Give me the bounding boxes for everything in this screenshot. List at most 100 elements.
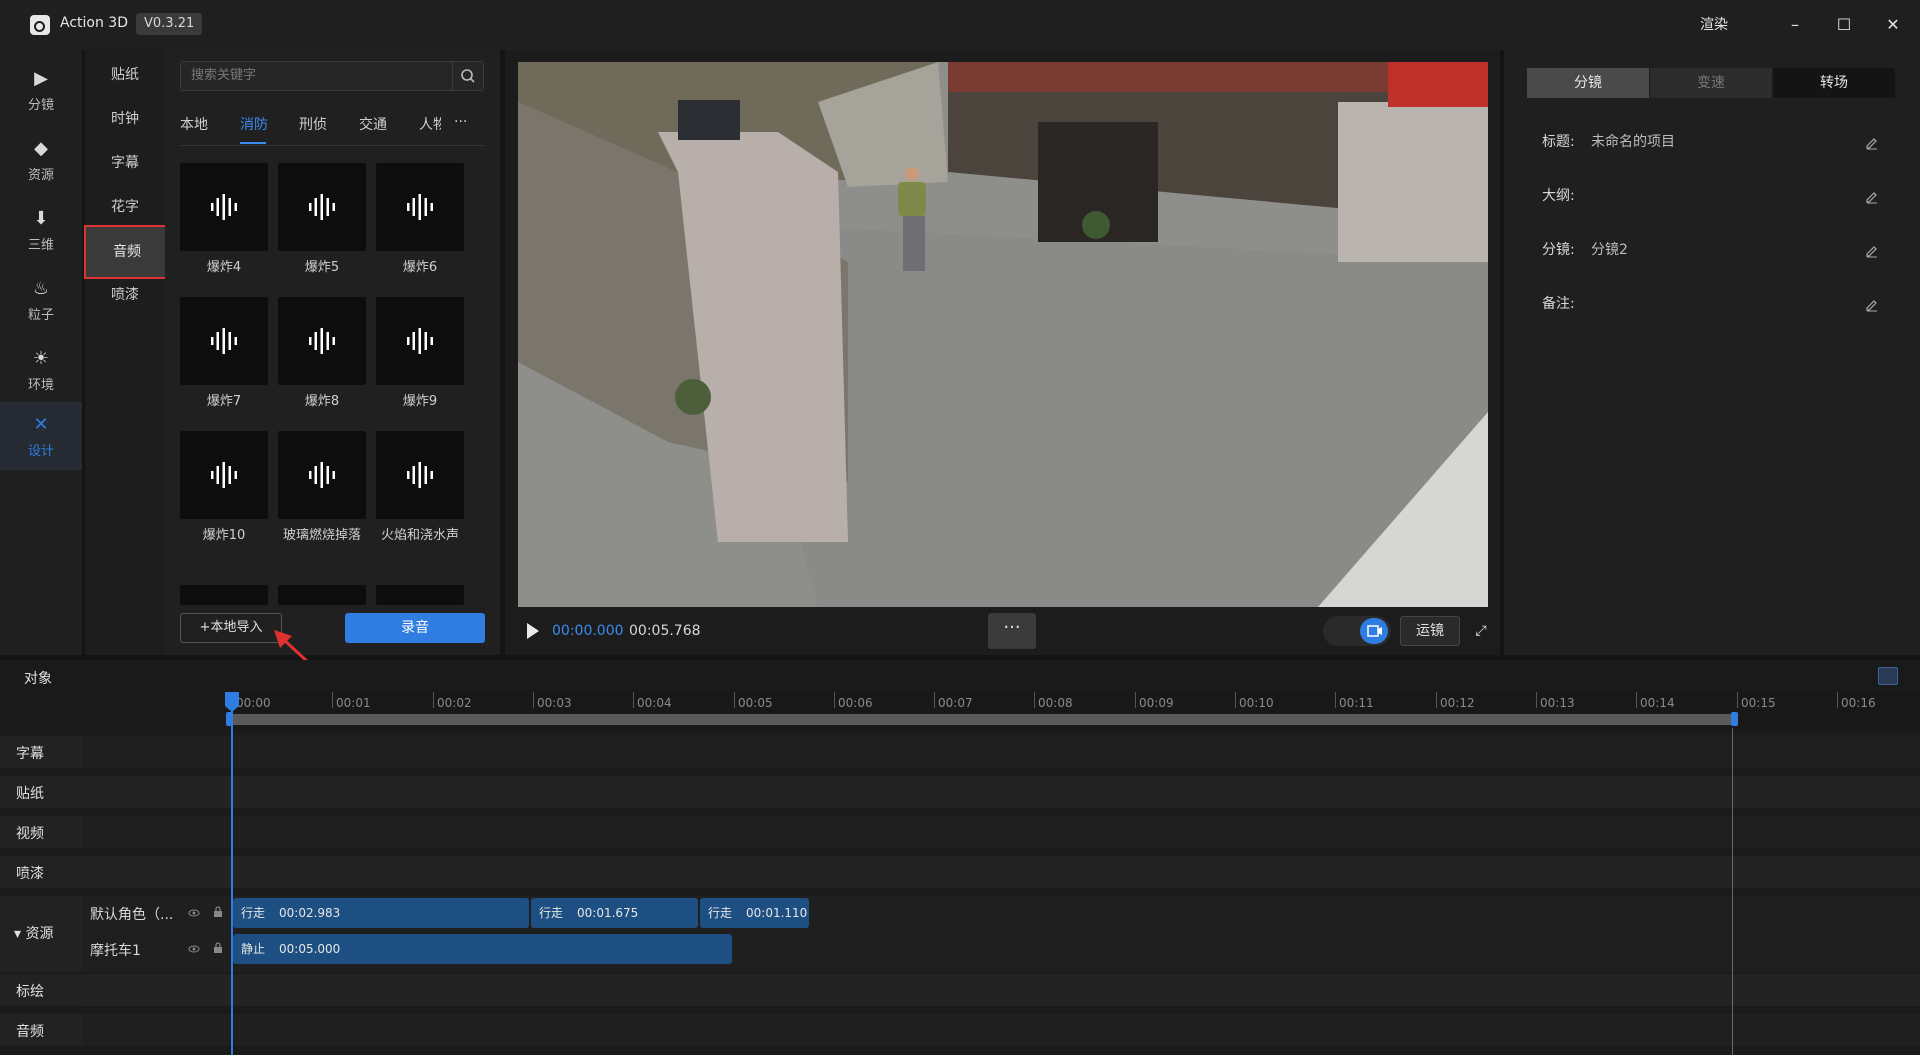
audio-wave-icon: [407, 328, 433, 354]
audio-asset-tile[interactable]: [278, 585, 366, 605]
subcat-clock[interactable]: 时钟: [85, 99, 165, 139]
audio-wave-icon: [211, 194, 237, 220]
track-subtitles[interactable]: [82, 736, 1920, 768]
ruler-tick: [1335, 692, 1336, 708]
ruler-tick: [332, 692, 333, 708]
scene-viewport[interactable]: [518, 62, 1488, 607]
visibility-eye-icon[interactable]: [188, 943, 200, 955]
track-video[interactable]: [82, 816, 1920, 848]
audio-asset-tile[interactable]: [278, 431, 366, 519]
close-button[interactable]: ✕: [1878, 10, 1908, 40]
subcat-audio[interactable]: 音频: [84, 225, 170, 279]
tab-local[interactable]: 本地: [180, 114, 208, 134]
subcat-subtitles[interactable]: 字幕: [85, 143, 165, 183]
audio-asset-tile[interactable]: [376, 431, 464, 519]
audio-asset-tile[interactable]: [376, 297, 464, 385]
ruler-tick-label: 00:14: [1640, 696, 1675, 710]
search-button[interactable]: [452, 61, 484, 91]
tabs-more-button[interactable]: ···: [454, 114, 467, 130]
active-tab-indicator: [240, 142, 266, 144]
audio-wave-icon: [407, 194, 433, 220]
minimize-button[interactable]: –: [1780, 10, 1810, 40]
timeline-clip[interactable]: 行走 00:01.675: [531, 898, 698, 928]
edit-title-icon[interactable]: [1864, 134, 1880, 150]
resource-name: 摩托车1: [90, 943, 141, 959]
ruler-tick: [1636, 692, 1637, 708]
ruler-tick-label: 00:10: [1239, 696, 1274, 710]
audio-asset-tile[interactable]: [278, 297, 366, 385]
nav-item-design[interactable]: ✕ 设计: [0, 402, 82, 470]
more-options-button[interactable]: ···: [988, 613, 1036, 649]
nav-item-label: 设计: [27, 444, 54, 459]
tab-storyboard[interactable]: 分镜: [1527, 68, 1649, 98]
ruler-tick: [1737, 692, 1738, 708]
track-audio[interactable]: [82, 1014, 1920, 1046]
nav-item-storyboard[interactable]: ▶ 分镜: [0, 56, 82, 124]
nav-item-particles[interactable]: ♨ 粒子: [0, 266, 82, 334]
ruler-tick-label: 00:01: [336, 696, 371, 710]
version-badge: V0.3.21: [136, 13, 203, 35]
audio-wave-icon: [211, 328, 237, 354]
ruler-tick-label: 00:11: [1339, 696, 1374, 710]
local-import-button[interactable]: +本地导入: [180, 613, 282, 643]
timeline-clip[interactable]: 行走 00:01.110: [700, 898, 809, 928]
download-box-icon: ⬇: [33, 208, 49, 229]
lock-icon[interactable]: [212, 906, 224, 918]
ruler-tick-label: 00:16: [1841, 696, 1876, 710]
audio-wave-icon: [211, 462, 237, 488]
nav-item-label: 分镜: [27, 98, 54, 113]
tab-traffic[interactable]: 交通: [359, 114, 387, 134]
tab-speed[interactable]: 变速: [1650, 68, 1772, 98]
timeline-end-marker: [1732, 728, 1733, 1055]
lock-icon[interactable]: [212, 942, 224, 954]
edit-outline-icon[interactable]: [1864, 188, 1880, 204]
clip-duration: 00:02.983: [279, 906, 341, 920]
nav-item-resources[interactable]: ◆ 资源: [0, 126, 82, 194]
tab-transition[interactable]: 转场: [1773, 68, 1895, 98]
audio-asset-tile[interactable]: [376, 585, 464, 605]
track-stickers[interactable]: [82, 776, 1920, 808]
nav-item-3d[interactable]: ⬇ 三维: [0, 196, 82, 264]
fullscreen-icon[interactable]: ⤢: [1470, 620, 1492, 642]
ruler-tick-label: 00:06: [838, 696, 873, 710]
app-logo-icon: [30, 15, 50, 35]
audio-asset-tile[interactable]: [376, 163, 464, 251]
timeline-layout-icon[interactable]: [1878, 667, 1898, 685]
audio-asset-tile[interactable]: [180, 163, 268, 251]
tab-criminal[interactable]: 刑侦: [299, 114, 327, 134]
audio-asset-tile[interactable]: [180, 431, 268, 519]
camera-move-button[interactable]: 运镜: [1400, 616, 1460, 646]
tab-people[interactable]: 人物: [419, 114, 441, 134]
tab-fire[interactable]: 消防: [240, 114, 268, 134]
subcat-spray[interactable]: 喷漆: [85, 275, 165, 315]
audio-asset-tile[interactable]: [180, 585, 268, 605]
shot-label: 分镜:: [1542, 242, 1575, 258]
track-label-spray: 喷漆: [16, 866, 44, 882]
subcat-fancy-text[interactable]: 花字: [85, 187, 165, 227]
audio-asset-tile[interactable]: [278, 163, 366, 251]
render-button[interactable]: 渲染: [1700, 14, 1728, 34]
audio-asset-tile[interactable]: [180, 297, 268, 385]
nav-item-environment[interactable]: ☀ 环境: [0, 336, 82, 404]
search-input[interactable]: 搜索关键字: [180, 61, 452, 91]
ruler-tick-label: 00:13: [1540, 696, 1575, 710]
title-bar: [0, 0, 1920, 50]
subcat-stickers[interactable]: 贴纸: [85, 55, 165, 95]
work-range-bar[interactable]: [228, 714, 1736, 725]
track-spray[interactable]: [82, 856, 1920, 888]
edit-notes-icon[interactable]: [1864, 296, 1880, 312]
play-button[interactable]: [525, 621, 541, 641]
track-plot[interactable]: [82, 974, 1920, 1006]
track-label-resources[interactable]: ▾ 资源: [14, 923, 53, 943]
maximize-button[interactable]: ☐: [1829, 10, 1859, 40]
timeline-clip[interactable]: 静止 00:05.000: [233, 934, 732, 964]
ruler-tick: [1436, 692, 1437, 708]
ruler-tick-label: 00:03: [537, 696, 572, 710]
range-end-handle[interactable]: [1731, 712, 1738, 726]
edit-shot-icon[interactable]: [1864, 242, 1880, 258]
visibility-eye-icon[interactable]: [188, 907, 200, 919]
timeline-clip[interactable]: 行走 00:02.983: [233, 898, 529, 928]
clip-action: 行走: [241, 906, 266, 920]
main-nav-rail: ▶ 分镜 ◆ 资源 ⬇ 三维 ♨ 粒子 ☀ 环境 ✕ 设计: [0, 50, 82, 655]
ruler-tick: [1837, 692, 1838, 708]
